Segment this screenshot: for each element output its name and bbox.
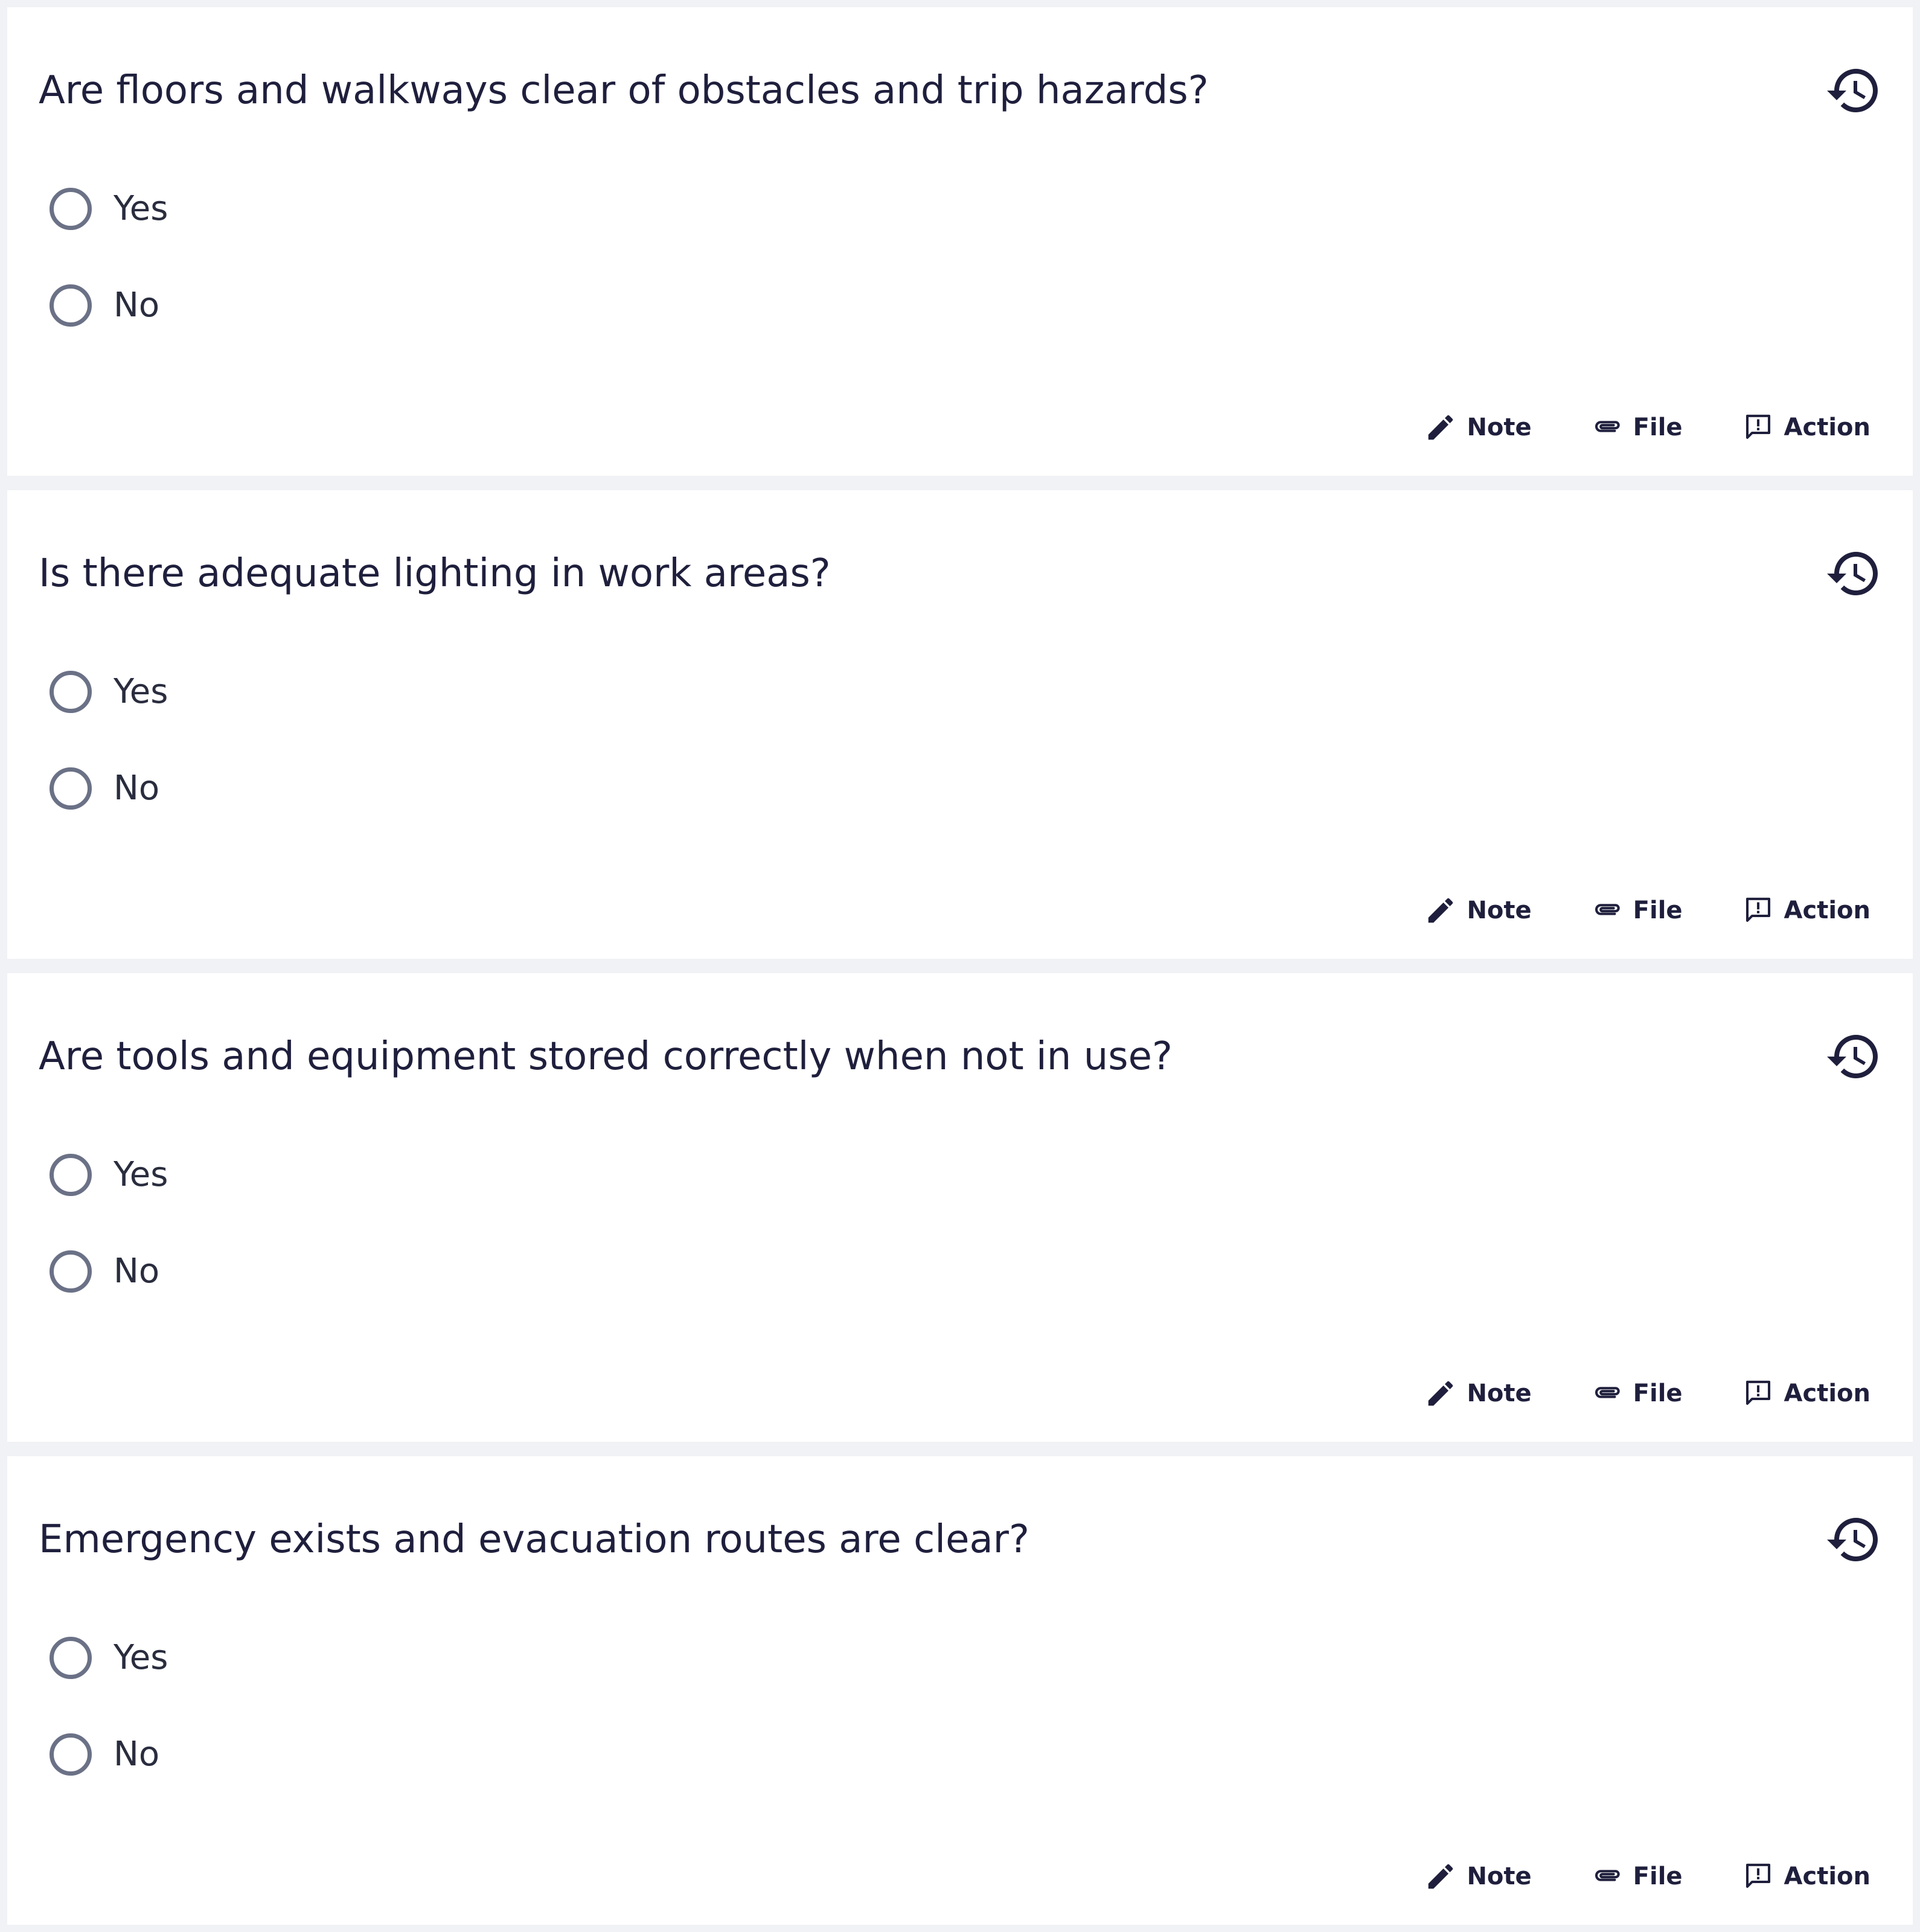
feedback-icon bbox=[1746, 414, 1770, 439]
note-button[interactable]: Note bbox=[1424, 1855, 1532, 1898]
action-button[interactable]: Action bbox=[1742, 889, 1870, 932]
paperclip-icon bbox=[1595, 421, 1620, 432]
note-label: Note bbox=[1467, 1380, 1532, 1407]
answer-options: Yes No bbox=[50, 1633, 168, 1780]
history-button[interactable] bbox=[1825, 545, 1883, 603]
file-label: File bbox=[1633, 1380, 1683, 1407]
answer-options: Yes No bbox=[50, 184, 168, 331]
action-label: Action bbox=[1784, 897, 1870, 924]
file-button[interactable]: File bbox=[1591, 889, 1683, 932]
file-label: File bbox=[1633, 897, 1683, 924]
option-no[interactable]: No bbox=[50, 1246, 168, 1297]
option-yes[interactable]: Yes bbox=[50, 1633, 168, 1683]
history-icon bbox=[1827, 1518, 1878, 1561]
history-icon bbox=[1827, 1035, 1878, 1078]
feedback-icon bbox=[1746, 897, 1770, 922]
note-button[interactable]: Note bbox=[1424, 1372, 1532, 1415]
card-actions: Note File Action bbox=[1424, 1372, 1870, 1415]
answer-options: Yes No bbox=[50, 1150, 168, 1297]
question-card: Are floors and walkways clear of obstacl… bbox=[7, 7, 1913, 476]
note-label: Note bbox=[1467, 1863, 1532, 1890]
pencil-icon bbox=[1429, 898, 1453, 923]
paperclip-icon bbox=[1595, 1870, 1620, 1881]
question-text: Are tools and equipment stored correctly… bbox=[39, 1034, 1173, 1079]
card-actions: Note File Action bbox=[1424, 406, 1870, 449]
question-text: Emergency exists and evacuation routes a… bbox=[39, 1517, 1029, 1562]
history-button[interactable] bbox=[1825, 1511, 1883, 1569]
radio-button[interactable] bbox=[50, 284, 92, 327]
pencil-icon bbox=[1429, 1864, 1453, 1889]
action-button[interactable]: Action bbox=[1742, 1372, 1870, 1415]
file-button[interactable]: File bbox=[1591, 1372, 1683, 1415]
action-button[interactable]: Action bbox=[1742, 1855, 1870, 1898]
feedback-icon bbox=[1746, 1380, 1770, 1405]
history-icon bbox=[1827, 69, 1878, 113]
option-label: Yes bbox=[114, 672, 168, 711]
option-label: Yes bbox=[114, 189, 168, 228]
action-label: Action bbox=[1784, 1380, 1870, 1407]
option-no[interactable]: No bbox=[50, 1729, 168, 1780]
file-label: File bbox=[1633, 1863, 1683, 1890]
question-card: Are tools and equipment stored correctly… bbox=[7, 973, 1913, 1442]
pencil-icon bbox=[1429, 415, 1453, 440]
option-no[interactable]: No bbox=[50, 280, 168, 331]
radio-button[interactable] bbox=[50, 1733, 92, 1776]
question-text: Are floors and walkways clear of obstacl… bbox=[39, 68, 1209, 113]
radio-button[interactable] bbox=[50, 1250, 92, 1293]
radio-button[interactable] bbox=[50, 767, 92, 810]
option-yes[interactable]: Yes bbox=[50, 1150, 168, 1200]
file-button[interactable]: File bbox=[1591, 406, 1683, 449]
history-button[interactable] bbox=[1825, 1028, 1883, 1086]
action-label: Action bbox=[1784, 414, 1870, 441]
option-label: No bbox=[114, 1252, 160, 1291]
file-button[interactable]: File bbox=[1591, 1855, 1683, 1898]
option-label: Yes bbox=[114, 1155, 168, 1194]
note-label: Note bbox=[1467, 414, 1532, 441]
paperclip-icon bbox=[1595, 904, 1620, 915]
radio-button[interactable] bbox=[50, 188, 92, 230]
card-actions: Note File Action bbox=[1424, 1855, 1870, 1898]
option-yes[interactable]: Yes bbox=[50, 667, 168, 717]
radio-button[interactable] bbox=[50, 671, 92, 713]
option-label: No bbox=[114, 1735, 160, 1774]
note-label: Note bbox=[1467, 897, 1532, 924]
note-button[interactable]: Note bbox=[1424, 889, 1532, 932]
question-card: Emergency exists and evacuation routes a… bbox=[7, 1456, 1913, 1925]
answer-options: Yes No bbox=[50, 667, 168, 814]
option-label: No bbox=[114, 286, 160, 325]
action-label: Action bbox=[1784, 1863, 1870, 1890]
feedback-icon bbox=[1746, 1863, 1770, 1888]
file-label: File bbox=[1633, 414, 1683, 441]
history-icon bbox=[1827, 552, 1878, 595]
option-no[interactable]: No bbox=[50, 763, 168, 814]
paperclip-icon bbox=[1595, 1387, 1620, 1398]
card-actions: Note File Action bbox=[1424, 889, 1870, 932]
note-button[interactable]: Note bbox=[1424, 406, 1532, 449]
pencil-icon bbox=[1429, 1381, 1453, 1406]
action-button[interactable]: Action bbox=[1742, 406, 1870, 449]
option-yes[interactable]: Yes bbox=[50, 184, 168, 234]
history-button[interactable] bbox=[1825, 62, 1883, 120]
option-label: No bbox=[114, 769, 160, 808]
option-label: Yes bbox=[114, 1638, 168, 1677]
question-card: Is there adequate lighting in work areas… bbox=[7, 490, 1913, 959]
question-text: Is there adequate lighting in work areas… bbox=[39, 551, 831, 596]
radio-button[interactable] bbox=[50, 1154, 92, 1196]
radio-button[interactable] bbox=[50, 1637, 92, 1679]
